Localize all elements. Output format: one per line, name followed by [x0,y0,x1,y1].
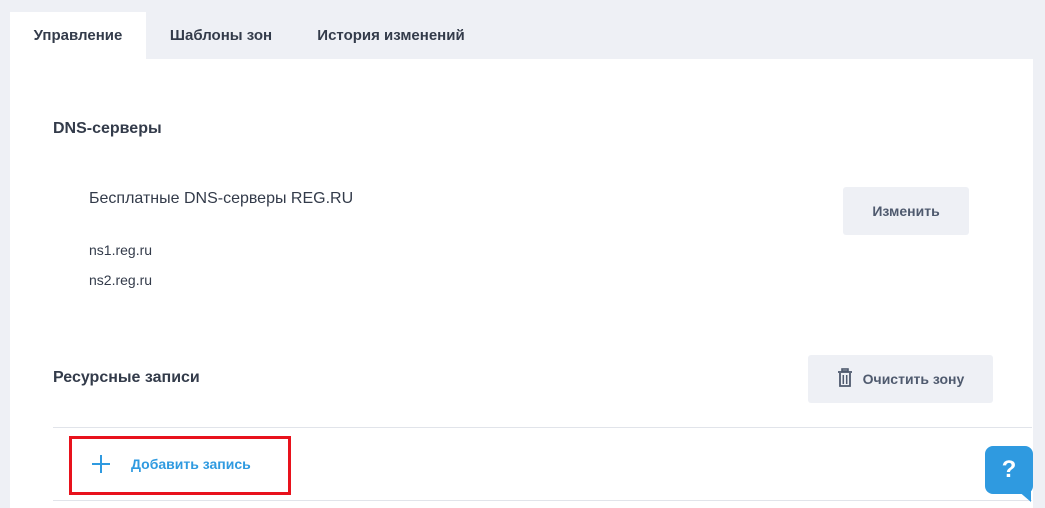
help-button[interactable]: ? [985,446,1033,494]
resource-records-title: Ресурсные записи [53,369,200,386]
tab-zone-templates[interactable]: Шаблоны зон [146,12,296,59]
tab-bar: Управление Шаблоны зон История изменений [10,12,486,59]
dns-servers-name: Бесплатные DNS-серверы REG.RU [89,190,354,207]
divider [53,427,1032,428]
tab-change-history[interactable]: История изменений [296,12,486,59]
nameserver-2: ns2.reg.ru [89,272,153,288]
dns-servers-title: DNS-серверы [53,120,162,137]
add-record-label: Добавить запись [131,456,251,472]
management-panel: DNS-серверы Бесплатные DNS-серверы REG.R… [10,59,1033,508]
clear-zone-button[interactable]: Очистить зону [808,355,993,403]
tab-management[interactable]: Управление [10,12,146,59]
plus-icon [91,454,111,474]
nameserver-1: ns1.reg.ru [89,242,153,258]
help-bubble-tail [1017,490,1031,502]
add-record-button[interactable]: Добавить запись [91,453,251,475]
help-icon: ? [1001,456,1017,483]
change-dns-label: Изменить [872,203,940,219]
clear-zone-label: Очистить зону [862,371,965,387]
change-dns-button[interactable]: Изменить [843,187,969,235]
divider [53,500,1032,501]
trash-icon [837,367,853,391]
